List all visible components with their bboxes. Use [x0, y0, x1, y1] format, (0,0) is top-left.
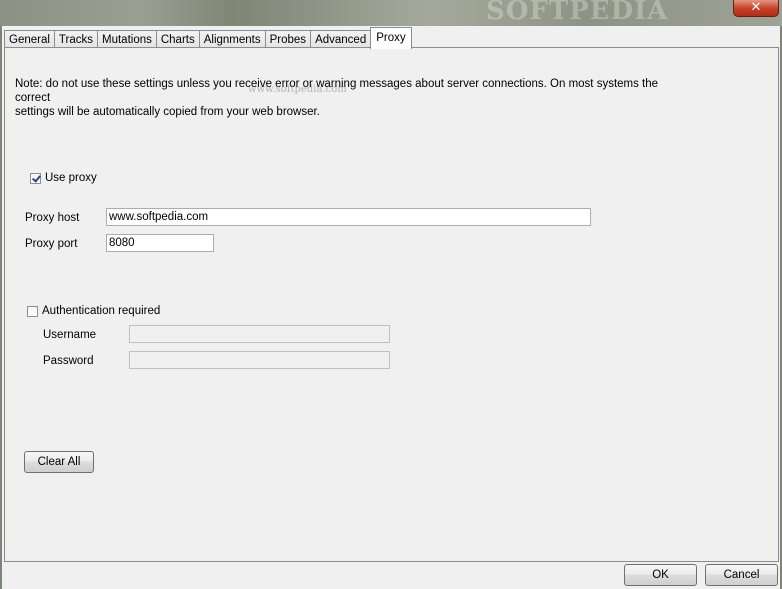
proxy-port-input[interactable]: 8080	[106, 234, 214, 252]
auth-required-row[interactable]: Authentication required	[27, 305, 160, 317]
proxy-note-line1: Note: do not use these settings unless y…	[15, 78, 659, 104]
auth-required-label: Authentication required	[42, 305, 161, 317]
watermark: SOFTPEDIA	[486, 0, 669, 26]
password-label: Password	[43, 355, 94, 367]
proxy-host-label: Proxy host	[25, 212, 80, 224]
use-proxy-checkbox[interactable]	[30, 172, 41, 184]
username-input[interactable]	[129, 325, 390, 343]
watermark-url: www.softpedia.com	[248, 84, 347, 95]
username-label: Username	[43, 329, 97, 341]
proxy-note: Note: do not use these settings unless y…	[15, 77, 695, 119]
use-proxy-label: Use proxy	[45, 172, 97, 184]
password-input[interactable]	[129, 351, 390, 369]
tab-strip: General Tracks Mutations Charts Alignmen…	[4, 27, 412, 49]
proxy-note-line2: settings will be automatically copied fr…	[15, 106, 320, 118]
proxy-port-label: Proxy port	[25, 238, 78, 250]
ok-button[interactable]: OK	[624, 564, 697, 586]
proxy-panel: Note: do not use these settings unless y…	[4, 47, 779, 562]
close-button[interactable]: ✕	[733, 0, 779, 17]
cancel-button[interactable]: Cancel	[705, 564, 778, 586]
title-bar: SOFTPEDIA ✕	[0, 0, 782, 26]
proxy-host-input[interactable]: www.softpedia.com	[106, 208, 591, 226]
use-proxy-row[interactable]: Use proxy	[30, 172, 97, 184]
preferences-dialog: www.softpedia.com General Tracks Mutatio…	[2, 26, 780, 589]
auth-required-checkbox[interactable]	[27, 305, 38, 317]
tab-proxy[interactable]: Proxy	[370, 27, 412, 49]
clear-all-button[interactable]: Clear All	[24, 451, 94, 473]
